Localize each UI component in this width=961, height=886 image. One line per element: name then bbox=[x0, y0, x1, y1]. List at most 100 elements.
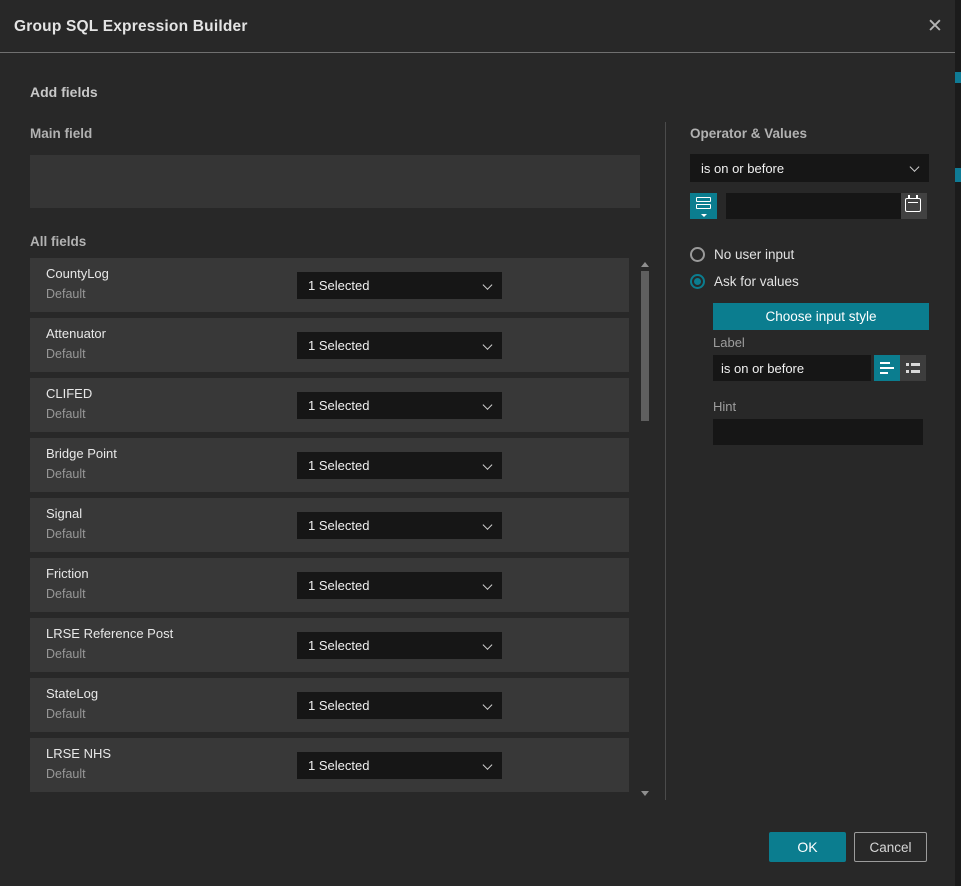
radio-circle-selected-icon bbox=[690, 274, 705, 289]
chevron-down-icon bbox=[910, 162, 920, 172]
radio-no-user-input[interactable]: No user input bbox=[690, 246, 794, 262]
radio-label: No user input bbox=[714, 247, 794, 262]
hint-field-label: Hint bbox=[713, 399, 736, 414]
align-left-icon bbox=[880, 372, 888, 374]
panel-divider bbox=[665, 122, 666, 800]
group-sql-expression-builder-dialog: Group SQL Expression Builder ✕ Add field… bbox=[0, 0, 955, 886]
field-subtitle: Default bbox=[46, 647, 86, 661]
operator-select[interactable]: is on or before bbox=[690, 154, 929, 182]
field-subtitle: Default bbox=[46, 587, 86, 601]
single-input-style-button[interactable] bbox=[874, 355, 900, 381]
list-scrollbar[interactable] bbox=[639, 258, 651, 800]
chevron-down-icon bbox=[483, 280, 493, 290]
field-name: StateLog bbox=[46, 686, 98, 701]
list-icon bbox=[906, 363, 909, 366]
operator-select-value: is on or before bbox=[701, 161, 784, 176]
field-row: LRSE NHS Default 1 Selected bbox=[30, 738, 629, 792]
date-picker-button[interactable] bbox=[901, 193, 927, 219]
value-input[interactable] bbox=[726, 193, 901, 219]
calendar-icon bbox=[905, 198, 921, 212]
field-row: Friction Default 1 Selected bbox=[30, 558, 629, 612]
operator-values-heading: Operator & Values bbox=[690, 126, 807, 141]
main-field-container: CountyLog | Default From Date bbox=[30, 155, 640, 208]
list-icon bbox=[906, 370, 909, 373]
field-name: Attenuator bbox=[46, 326, 106, 341]
field-name: CountyLog bbox=[46, 266, 109, 281]
radio-ask-for-values[interactable]: Ask for values bbox=[690, 273, 799, 289]
field-row: LRSE Reference Post Default 1 Selected bbox=[30, 618, 629, 672]
chevron-down-icon bbox=[483, 640, 493, 650]
field-name: Signal bbox=[46, 506, 82, 521]
field-row: Signal Default 1 Selected bbox=[30, 498, 629, 552]
radio-label: Ask for values bbox=[714, 274, 799, 289]
field-selection-value: 1 Selected bbox=[308, 518, 369, 533]
list-icon bbox=[911, 370, 920, 373]
label-field-label: Label bbox=[713, 335, 745, 350]
field-row: Attenuator Default 1 Selected bbox=[30, 318, 629, 372]
field-selection-select[interactable]: 1 Selected bbox=[297, 512, 502, 539]
field-selection-select[interactable]: 1 Selected bbox=[297, 272, 502, 299]
chevron-down-icon bbox=[483, 760, 493, 770]
chevron-down-icon bbox=[483, 520, 493, 530]
field-selection-value: 1 Selected bbox=[308, 578, 369, 593]
add-fields-heading: Add fields bbox=[30, 84, 98, 100]
title-bar: Group SQL Expression Builder ✕ bbox=[0, 0, 955, 53]
chevron-down-icon bbox=[483, 580, 493, 590]
chevron-down-icon bbox=[483, 460, 493, 470]
dialog-title: Group SQL Expression Builder bbox=[14, 0, 248, 53]
field-name: Friction bbox=[46, 566, 89, 581]
background-accent-fragment bbox=[955, 72, 961, 83]
field-selection-select[interactable]: 1 Selected bbox=[297, 332, 502, 359]
field-selection-select[interactable]: 1 Selected bbox=[297, 572, 502, 599]
field-row: StateLog Default 1 Selected bbox=[30, 678, 629, 732]
all-fields-heading: All fields bbox=[30, 234, 86, 249]
field-row: CLIFED Default 1 Selected bbox=[30, 378, 629, 432]
close-icon[interactable]: ✕ bbox=[921, 13, 949, 41]
field-selection-select[interactable]: 1 Selected bbox=[297, 692, 502, 719]
unique-values-icon bbox=[696, 197, 711, 202]
field-selection-value: 1 Selected bbox=[308, 698, 369, 713]
field-subtitle: Default bbox=[46, 527, 86, 541]
field-row: Bridge Point Default 1 Selected bbox=[30, 438, 629, 492]
scroll-up-icon[interactable] bbox=[641, 262, 649, 267]
field-selection-value: 1 Selected bbox=[308, 338, 369, 353]
field-selection-select[interactable]: 1 Selected bbox=[297, 452, 502, 479]
field-selection-select[interactable]: 1 Selected bbox=[297, 752, 502, 779]
label-input[interactable] bbox=[713, 355, 871, 381]
background-accent-fragment bbox=[955, 168, 961, 182]
field-name: Bridge Point bbox=[46, 446, 117, 461]
ok-button[interactable]: OK bbox=[769, 832, 846, 862]
field-selection-select[interactable]: 1 Selected bbox=[297, 392, 502, 419]
field-selection-value: 1 Selected bbox=[308, 758, 369, 773]
field-row: CountyLog Default 1 Selected bbox=[30, 258, 629, 312]
chevron-down-icon bbox=[483, 700, 493, 710]
field-subtitle: Default bbox=[46, 467, 86, 481]
align-left-icon bbox=[880, 362, 890, 364]
field-subtitle: Default bbox=[46, 347, 86, 361]
choose-input-style-button[interactable]: Choose input style bbox=[713, 303, 929, 330]
field-selection-value: 1 Selected bbox=[308, 398, 369, 413]
hint-input[interactable] bbox=[713, 419, 923, 445]
field-subtitle: Default bbox=[46, 407, 86, 421]
scroll-down-icon[interactable] bbox=[641, 791, 649, 796]
chevron-down-icon bbox=[701, 214, 707, 217]
field-subtitle: Default bbox=[46, 707, 86, 721]
field-subtitle: Default bbox=[46, 767, 86, 781]
field-selection-select[interactable]: 1 Selected bbox=[297, 632, 502, 659]
field-subtitle: Default bbox=[46, 287, 86, 301]
field-selection-value: 1 Selected bbox=[308, 278, 369, 293]
field-selection-value: 1 Selected bbox=[308, 638, 369, 653]
main-field-heading: Main field bbox=[30, 126, 92, 141]
field-name: LRSE NHS bbox=[46, 746, 111, 761]
scrollbar-thumb[interactable] bbox=[641, 271, 649, 421]
list-icon bbox=[911, 363, 920, 366]
field-name: CLIFED bbox=[46, 386, 92, 401]
field-name: LRSE Reference Post bbox=[46, 626, 173, 641]
radio-circle-icon bbox=[690, 247, 705, 262]
unique-values-button[interactable] bbox=[690, 193, 717, 219]
cancel-button[interactable]: Cancel bbox=[854, 832, 927, 862]
background-app-edge bbox=[955, 0, 961, 886]
chevron-down-icon bbox=[483, 340, 493, 350]
list-input-style-button[interactable] bbox=[900, 355, 926, 381]
align-left-icon bbox=[880, 367, 894, 369]
